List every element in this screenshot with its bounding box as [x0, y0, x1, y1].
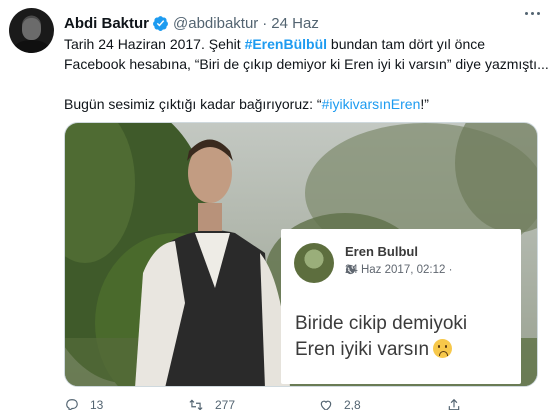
facebook-text-line-2-label: Eren iyiki varsın: [295, 339, 430, 360]
text-segment: bundan tam dört yıl önce: [327, 36, 486, 52]
reply-count: 13: [90, 398, 104, 410]
retweet-icon: [189, 399, 203, 410]
globe-icon: [345, 264, 356, 275]
avatar[interactable]: [9, 8, 54, 53]
facebook-avatar: [294, 243, 334, 283]
facebook-post-text: Biride cikip demiyoki Eren iyiki varsın: [295, 311, 515, 363]
retweet-button[interactable]: 277: [187, 398, 235, 410]
facebook-meta: 24 Haz 2017, 02:12 ·: [345, 264, 452, 276]
text-segment: !”: [420, 96, 429, 112]
like-button[interactable]: 2,8: [318, 398, 361, 410]
text-segment: Bugün sesimiz çıktığı kadar bağırıyoruz:…: [64, 96, 322, 112]
tweet-text-spacer: [64, 74, 544, 94]
share-icon: [448, 398, 460, 410]
share-button[interactable]: [446, 398, 462, 410]
hashtag-link[interactable]: #iyikivarsınEren: [322, 96, 421, 112]
facebook-text-line-1: Biride cikip demiyoki: [295, 313, 468, 334]
tweet-text-line-3: Bugün sesimiz çıktığı kadar bağırıyoruz:…: [64, 94, 544, 114]
tweet-date[interactable]: 24 Haz: [271, 15, 319, 32]
tweet-photo[interactable]: Eren Bulbul 24 Haz 2017, 02:12 · Biride …: [64, 122, 538, 387]
more-options-icon[interactable]: [525, 12, 540, 15]
avatar-shoulders: [13, 40, 50, 53]
avatar-face: [22, 18, 41, 40]
tweet-actions: 13 277 2,8: [64, 398, 504, 410]
tweet-text-line-1: Tarih 24 Haziran 2017. Şehit #ErenBülbül…: [64, 34, 544, 54]
like-count: 2,8: [344, 398, 361, 410]
like-icon: [320, 400, 332, 410]
tweet-header: Abdi Baktur @abdibaktur · 24 Haz: [64, 13, 319, 33]
frowning-face-emoji-icon: [433, 339, 453, 358]
separator-dot: ·: [262, 14, 268, 32]
tweet-text-line-2: Facebook hesabına, “Biri de çıkıp demiyo…: [64, 56, 549, 72]
text-segment: Tarih 24 Haziran 2017. Şehit: [64, 36, 245, 52]
author-name[interactable]: Abdi Baktur: [64, 15, 149, 32]
verified-badge-icon: [152, 15, 169, 32]
facebook-name: Eren Bulbul: [345, 244, 418, 259]
tweet-text: Tarih 24 Haziran 2017. Şehit #ErenBülbül…: [64, 34, 549, 114]
facebook-timestamp: 24 Haz 2017, 02:12 ·: [345, 264, 453, 276]
facebook-post-card: Eren Bulbul 24 Haz 2017, 02:12 · Biride …: [281, 229, 521, 384]
facebook-text-line-2: Eren iyiki varsın: [295, 337, 515, 363]
reply-icon: [66, 399, 78, 410]
hashtag-link[interactable]: #ErenBülbül: [245, 36, 327, 52]
reply-button[interactable]: 13: [64, 398, 103, 410]
author-handle[interactable]: @abdibaktur: [173, 15, 258, 32]
retweet-count: 277: [215, 398, 236, 410]
